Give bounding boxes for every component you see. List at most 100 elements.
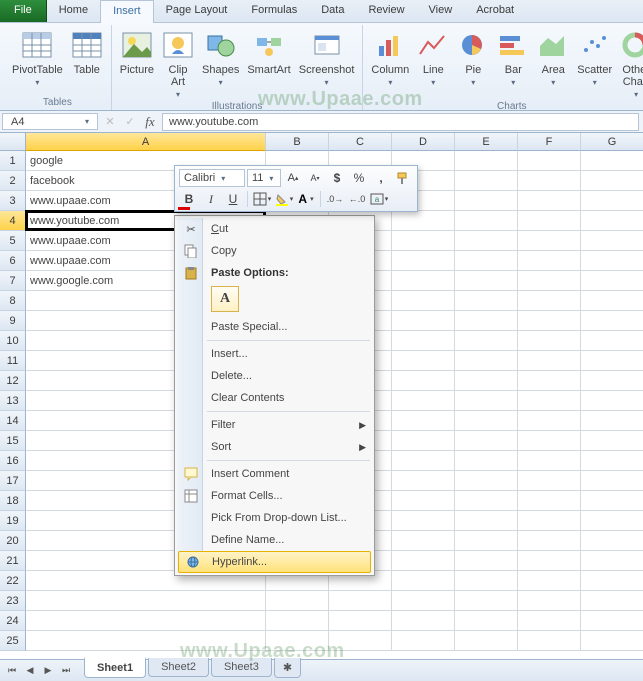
sheet-nav-last[interactable]: ⏭ xyxy=(58,663,74,679)
cell-D6[interactable] xyxy=(392,251,455,271)
decrease-decimal-button[interactable]: ←.0 xyxy=(347,190,367,208)
cell-E7[interactable] xyxy=(455,271,518,291)
pivottable-button[interactable]: PivotTable xyxy=(10,27,65,87)
cell-B23[interactable] xyxy=(266,591,329,611)
percent-button[interactable]: % xyxy=(349,169,369,187)
cell-D10[interactable] xyxy=(392,331,455,351)
cell-D22[interactable] xyxy=(392,571,455,591)
smartart-button[interactable]: SmartArt xyxy=(245,27,292,99)
cell-G22[interactable] xyxy=(581,571,643,591)
tab-page-layout[interactable]: Page Layout xyxy=(154,0,240,22)
cell-D16[interactable] xyxy=(392,451,455,471)
select-all-corner[interactable] xyxy=(0,133,26,151)
cell-G21[interactable] xyxy=(581,551,643,571)
cell-F19[interactable] xyxy=(518,511,581,531)
clipart-button[interactable]: Clip Art xyxy=(160,27,196,99)
grow-font-button[interactable]: A▴ xyxy=(283,169,303,187)
row-header-23[interactable]: 23 xyxy=(0,591,26,611)
cell-F4[interactable] xyxy=(518,211,581,231)
row-header-7[interactable]: 7 xyxy=(0,271,26,291)
cell-E5[interactable] xyxy=(455,231,518,251)
shrink-font-button[interactable]: A▾ xyxy=(305,169,325,187)
cell-F6[interactable] xyxy=(518,251,581,271)
cell-G25[interactable] xyxy=(581,631,643,651)
cell-E13[interactable] xyxy=(455,391,518,411)
cell-F12[interactable] xyxy=(518,371,581,391)
col-header-A[interactable]: A xyxy=(26,133,266,151)
cell-G24[interactable] xyxy=(581,611,643,631)
table-button[interactable]: Table xyxy=(69,27,105,87)
cell-G20[interactable] xyxy=(581,531,643,551)
cell-F9[interactable] xyxy=(518,311,581,331)
cell-G18[interactable] xyxy=(581,491,643,511)
cell-F7[interactable] xyxy=(518,271,581,291)
row-header-15[interactable]: 15 xyxy=(0,431,26,451)
cell-E23[interactable] xyxy=(455,591,518,611)
tab-file[interactable]: File xyxy=(0,0,47,22)
cell-E22[interactable] xyxy=(455,571,518,591)
col-header-E[interactable]: E xyxy=(455,133,518,151)
merge-center-button[interactable]: a▾ xyxy=(369,190,389,208)
currency-button[interactable]: $ xyxy=(327,169,347,187)
col-header-D[interactable]: D xyxy=(392,133,455,151)
fill-color-button[interactable]: ▾ xyxy=(274,190,294,208)
cell-D20[interactable] xyxy=(392,531,455,551)
cell-G19[interactable] xyxy=(581,511,643,531)
cell-G2[interactable] xyxy=(581,171,643,191)
cell-G12[interactable] xyxy=(581,371,643,391)
cell-F17[interactable] xyxy=(518,471,581,491)
cell-D24[interactable] xyxy=(392,611,455,631)
row-header-6[interactable]: 6 xyxy=(0,251,26,271)
cell-E1[interactable] xyxy=(455,151,518,171)
cell-E2[interactable] xyxy=(455,171,518,191)
cell-D13[interactable] xyxy=(392,391,455,411)
cell-G11[interactable] xyxy=(581,351,643,371)
tab-formulas[interactable]: Formulas xyxy=(239,0,309,22)
formula-input[interactable]: www.youtube.com xyxy=(162,113,639,131)
cell-F5[interactable] xyxy=(518,231,581,251)
name-box[interactable]: A4▾ xyxy=(2,113,98,130)
sheet-nav-prev[interactable]: ◀ xyxy=(22,663,38,679)
row-header-4[interactable]: 4 xyxy=(0,211,26,231)
cell-B24[interactable] xyxy=(266,611,329,631)
borders-button[interactable]: ▾ xyxy=(252,190,272,208)
cell-A23[interactable] xyxy=(26,591,266,611)
ctx-insert[interactable]: Insert... xyxy=(177,343,372,365)
row-header-17[interactable]: 17 xyxy=(0,471,26,491)
cell-D8[interactable] xyxy=(392,291,455,311)
row-header-24[interactable]: 24 xyxy=(0,611,26,631)
cell-E19[interactable] xyxy=(455,511,518,531)
cell-G15[interactable] xyxy=(581,431,643,451)
sheet-tab-2[interactable]: Sheet2 xyxy=(148,658,209,677)
cell-D21[interactable] xyxy=(392,551,455,571)
row-header-11[interactable]: 11 xyxy=(0,351,26,371)
cell-F24[interactable] xyxy=(518,611,581,631)
cell-G17[interactable] xyxy=(581,471,643,491)
picture-button[interactable]: Picture xyxy=(118,27,156,99)
cell-A25[interactable] xyxy=(26,631,266,651)
cell-F20[interactable] xyxy=(518,531,581,551)
row-header-20[interactable]: 20 xyxy=(0,531,26,551)
tab-insert[interactable]: Insert xyxy=(100,0,154,23)
col-header-B[interactable]: B xyxy=(266,133,329,151)
cell-G9[interactable] xyxy=(581,311,643,331)
cell-F11[interactable] xyxy=(518,351,581,371)
cell-E25[interactable] xyxy=(455,631,518,651)
ctx-filter[interactable]: Filter▶ xyxy=(177,414,372,436)
cell-E18[interactable] xyxy=(455,491,518,511)
cell-F1[interactable] xyxy=(518,151,581,171)
cell-C25[interactable] xyxy=(329,631,392,651)
ctx-delete[interactable]: Delete... xyxy=(177,365,372,387)
ctx-format-cells[interactable]: Format Cells... xyxy=(177,485,372,507)
cell-D17[interactable] xyxy=(392,471,455,491)
sheet-tab-3[interactable]: Sheet3 xyxy=(211,658,272,677)
cell-C24[interactable] xyxy=(329,611,392,631)
cell-D9[interactable] xyxy=(392,311,455,331)
cell-F2[interactable] xyxy=(518,171,581,191)
pie-chart-button[interactable]: Pie xyxy=(455,27,491,99)
row-header-8[interactable]: 8 xyxy=(0,291,26,311)
cell-E9[interactable] xyxy=(455,311,518,331)
cell-F14[interactable] xyxy=(518,411,581,431)
cell-D12[interactable] xyxy=(392,371,455,391)
column-chart-button[interactable]: Column xyxy=(369,27,411,99)
